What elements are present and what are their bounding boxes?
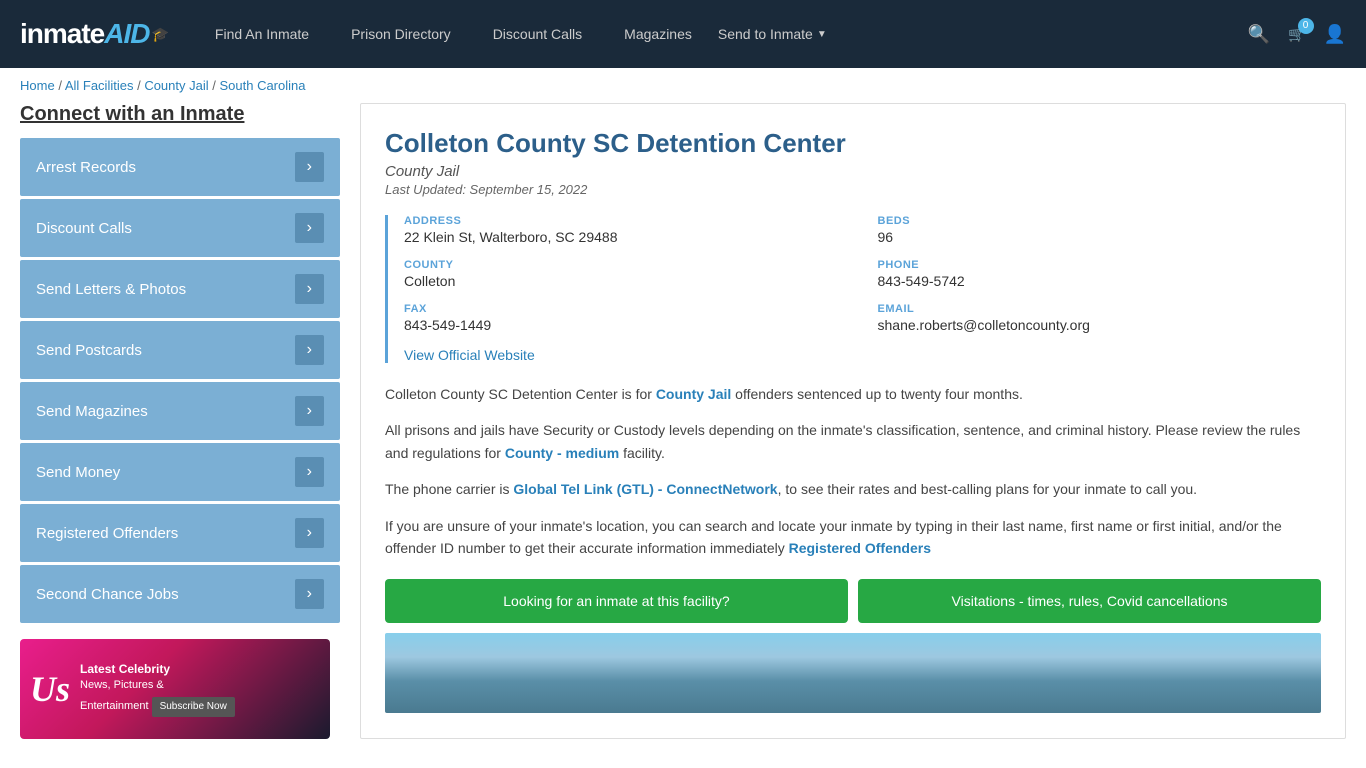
logo[interactable]: inmateAID 🎓 (20, 18, 169, 50)
email-label: EMAIL (878, 303, 1322, 315)
nav-right: 🔍 🛒 0 👤 (1248, 24, 1346, 45)
sidebar-item-send-magazines[interactable]: Send Magazines › (20, 382, 340, 440)
search-icon[interactable]: 🔍 (1248, 24, 1270, 45)
sidebar-item-send-money[interactable]: Send Money › (20, 443, 340, 501)
sidebar-item-send-postcards[interactable]: Send Postcards › (20, 321, 340, 379)
arrow-icon: › (295, 396, 324, 426)
ad-text: Latest Celebrity News, Pictures & Entert… (80, 661, 235, 718)
ad-line2: News, Pictures & (80, 679, 164, 691)
arrow-icon: › (295, 213, 324, 243)
arrow-icon: › (295, 518, 324, 548)
arrow-icon: › (295, 579, 324, 609)
phone-value: 843-549-5742 (878, 273, 1322, 289)
county-value: Colleton (404, 273, 848, 289)
sidebar-item-label: Registered Offenders (36, 525, 178, 542)
fax-value: 843-549-1449 (404, 317, 848, 333)
ad-subscribe[interactable]: Subscribe Now (152, 697, 235, 717)
desc-paragraph-4: If you are unsure of your inmate's locat… (385, 515, 1321, 560)
sidebar-item-arrest-records[interactable]: Arrest Records › (20, 138, 340, 196)
arrow-icon: › (295, 152, 324, 182)
beds-value: 96 (878, 229, 1322, 245)
sidebar: Connect with an Inmate Arrest Records › … (20, 103, 340, 739)
navigation: inmateAID 🎓 Find An Inmate Prison Direct… (0, 0, 1366, 68)
desc-paragraph-1: Colleton County SC Detention Center is f… (385, 383, 1321, 405)
sidebar-item-label: Second Chance Jobs (36, 586, 179, 603)
desc3-post: , to see their rates and best-calling pl… (778, 481, 1197, 497)
breadcrumb-home[interactable]: Home (20, 78, 55, 93)
cart-count: 0 (1298, 18, 1314, 34)
arrow-icon: › (295, 335, 324, 365)
sidebar-item-label: Send Postcards (36, 342, 142, 359)
facility-image (385, 633, 1321, 713)
ad-line3: Entertainment (80, 700, 148, 712)
address-value: 22 Klein St, Walterboro, SC 29488 (404, 229, 848, 245)
nav-prison-directory[interactable]: Prison Directory (335, 18, 467, 50)
facility-title: Colleton County SC Detention Center (385, 128, 1321, 159)
sidebar-item-registered-offenders[interactable]: Registered Offenders › (20, 504, 340, 562)
arrow-icon: › (295, 457, 324, 487)
phone-block: PHONE 843-549-5742 (878, 259, 1322, 289)
email-block: EMAIL shane.roberts@colletoncounty.org (878, 303, 1322, 333)
beds-label: BEDS (878, 215, 1322, 227)
fax-label: FAX (404, 303, 848, 315)
breadcrumb-all-facilities[interactable]: All Facilities (65, 78, 134, 93)
desc3-pre: The phone carrier is (385, 481, 513, 497)
phone-label: PHONE (878, 259, 1322, 271)
sidebar-item-label: Send Magazines (36, 403, 148, 420)
sidebar-item-label: Send Money (36, 464, 120, 481)
desc1-pre: Colleton County SC Detention Center is f… (385, 386, 656, 402)
nav-magazines[interactable]: Magazines (608, 18, 708, 50)
last-updated: Last Updated: September 15, 2022 (385, 182, 1321, 197)
ad-logo: Us (30, 668, 70, 710)
desc2-link[interactable]: County - medium (505, 445, 619, 461)
desc1-link[interactable]: County Jail (656, 386, 731, 402)
nav-links: Find An Inmate Prison Directory Discount… (199, 18, 1248, 50)
sidebar-item-label: Send Letters & Photos (36, 281, 186, 298)
breadcrumb-state[interactable]: South Carolina (219, 78, 305, 93)
breadcrumb-county-jail[interactable]: County Jail (144, 78, 208, 93)
email-value: shane.roberts@colletoncounty.org (878, 317, 1322, 333)
desc2-post: facility. (619, 445, 665, 461)
user-icon[interactable]: 👤 (1324, 24, 1346, 45)
advertisement[interactable]: Us Latest Celebrity News, Pictures & Ent… (20, 639, 330, 739)
sidebar-title: Connect with an Inmate (20, 103, 340, 126)
desc-paragraph-3: The phone carrier is Global Tel Link (GT… (385, 478, 1321, 500)
cart-icon[interactable]: 🛒 0 (1288, 26, 1305, 43)
facility-info-grid: ADDRESS 22 Klein St, Walterboro, SC 2948… (385, 215, 1321, 363)
facility-content: Colleton County SC Detention Center Coun… (360, 103, 1346, 739)
visitations-button[interactable]: Visitations - times, rules, Covid cancel… (858, 579, 1321, 623)
official-link-block: View Official Website (404, 347, 1321, 363)
county-block: COUNTY Colleton (404, 259, 848, 289)
sidebar-item-second-chance-jobs[interactable]: Second Chance Jobs › (20, 565, 340, 623)
desc3-link[interactable]: Global Tel Link (GTL) - ConnectNetwork (513, 481, 777, 497)
ad-line1: Latest Celebrity (80, 662, 170, 676)
facility-image-inner (385, 633, 1321, 713)
sidebar-item-label: Discount Calls (36, 220, 132, 237)
official-website-link[interactable]: View Official Website (404, 347, 535, 363)
desc-paragraph-2: All prisons and jails have Security or C… (385, 419, 1321, 464)
address-block: ADDRESS 22 Klein St, Walterboro, SC 2948… (404, 215, 848, 245)
desc1-post: offenders sentenced up to twenty four mo… (731, 386, 1023, 402)
nav-find-inmate[interactable]: Find An Inmate (199, 18, 325, 50)
breadcrumb: Home / All Facilities / County Jail / So… (0, 68, 1366, 103)
main-container: Connect with an Inmate Arrest Records › … (0, 103, 1366, 739)
sidebar-item-discount-calls[interactable]: Discount Calls › (20, 199, 340, 257)
beds-block: BEDS 96 (878, 215, 1322, 245)
facility-type: County Jail (385, 163, 1321, 180)
county-label: COUNTY (404, 259, 848, 271)
nav-send-to-inmate[interactable]: Send to Inmate ▼ (718, 26, 827, 42)
arrow-icon: › (295, 274, 324, 304)
action-buttons: Looking for an inmate at this facility? … (385, 579, 1321, 623)
sidebar-item-send-letters[interactable]: Send Letters & Photos › (20, 260, 340, 318)
facility-description: Colleton County SC Detention Center is f… (385, 383, 1321, 559)
fax-block: FAX 843-549-1449 (404, 303, 848, 333)
sidebar-item-label: Arrest Records (36, 159, 136, 176)
desc4-link[interactable]: Registered Offenders (789, 540, 931, 556)
address-label: ADDRESS (404, 215, 848, 227)
nav-discount-calls[interactable]: Discount Calls (477, 18, 598, 50)
find-inmate-button[interactable]: Looking for an inmate at this facility? (385, 579, 848, 623)
sidebar-menu: Arrest Records › Discount Calls › Send L… (20, 138, 340, 623)
